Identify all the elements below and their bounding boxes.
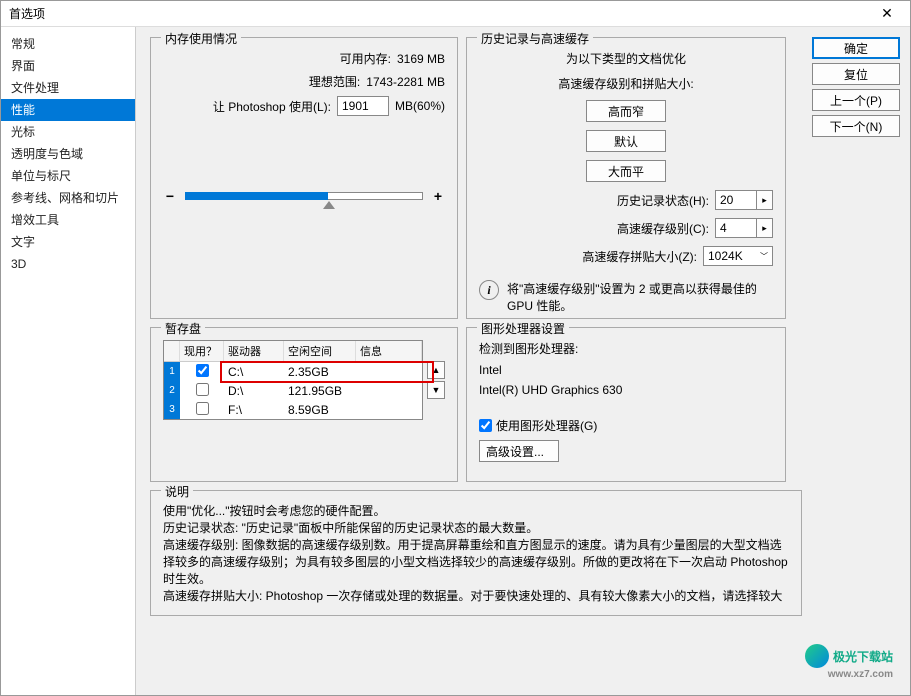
main-area: 常规 界面 文件处理 性能 光标 透明度与色域 单位与标尺 参考线、网格和切片 …: [1, 27, 910, 695]
description-group: 说明 使用"优化..."按钮时会考虑您的硬件配置。 历史记录状态: "历史记录"…: [150, 490, 802, 616]
table-row[interactable]: 1 C:\ 2.35GB: [164, 362, 422, 381]
sidebar-item-general[interactable]: 常规: [1, 33, 135, 55]
scratch-checkbox-1[interactable]: [196, 364, 209, 377]
available-mem-value: 3169 MB: [397, 52, 445, 66]
minus-icon[interactable]: −: [163, 188, 177, 204]
default-button[interactable]: 默认: [586, 130, 666, 152]
chevron-down-icon: ﹀: [760, 251, 768, 262]
history-legend: 历史记录与高速缓存: [477, 30, 593, 47]
watermark-logo-icon: [805, 644, 829, 668]
history-states-spinner[interactable]: ▸: [757, 190, 773, 210]
history-states-input[interactable]: [715, 190, 757, 210]
cache-levels-spinner[interactable]: ▸: [757, 218, 773, 238]
scratch-legend: 暂存盘: [161, 320, 205, 337]
window-title: 首选项: [9, 5, 45, 22]
ok-button[interactable]: 确定: [812, 37, 900, 59]
cache-levels-label: 高速缓存级别(C):: [617, 220, 709, 237]
scratch-table: 现用？ 驱动器 空闲空间 信息 1 C:\ 2.35GB: [163, 340, 423, 420]
ideal-range-value: 1743-2281 MB: [366, 75, 445, 89]
plus-icon[interactable]: +: [431, 188, 445, 204]
th-info: 信息: [356, 341, 422, 361]
advanced-settings-button[interactable]: 高级设置...: [479, 440, 559, 462]
ps-memory-unit: MB(60%): [395, 99, 445, 113]
content: 内存使用情况 可用内存: 3169 MB 理想范围: 1743-2281 MB …: [136, 27, 812, 695]
gpu-detected-label: 检测到图形处理器:: [479, 340, 773, 357]
sidebar-item-plugins[interactable]: 增效工具: [1, 209, 135, 231]
history-cache-group: 历史记录与高速缓存 为以下类型的文档优化 高速缓存级别和拼贴大小: 高而窄 默认…: [466, 37, 786, 319]
history-states-label: 历史记录状态(H):: [617, 192, 709, 209]
ideal-range-label: 理想范围:: [309, 73, 360, 90]
move-up-button[interactable]: ▲: [427, 361, 445, 379]
move-down-button[interactable]: ▼: [427, 381, 445, 399]
table-header: 现用？ 驱动器 空闲空间 信息: [164, 341, 422, 362]
close-icon[interactable]: ✕: [872, 5, 902, 22]
th-free: 空闲空间: [284, 341, 356, 361]
available-mem-label: 可用内存:: [340, 50, 391, 67]
memory-slider[interactable]: [185, 188, 423, 204]
sidebar-item-guides[interactable]: 参考线、网格和切片: [1, 187, 135, 209]
memory-usage-group: 内存使用情况 可用内存: 3169 MB 理想范围: 1743-2281 MB …: [150, 37, 458, 319]
sidebar-item-filehandling[interactable]: 文件处理: [1, 77, 135, 99]
sidebar-item-interface[interactable]: 界面: [1, 55, 135, 77]
preferences-window: 首选项 ✕ 常规 界面 文件处理 性能 光标 透明度与色域 单位与标尺 参考线、…: [0, 0, 911, 696]
scratch-checkbox-3[interactable]: [196, 402, 209, 415]
history-info-text: 将"高速缓存级别"设置为 2 或更高以获得最佳的 GPU 性能。: [507, 280, 773, 314]
ps-memory-input[interactable]: [337, 96, 389, 116]
reset-button[interactable]: 复位: [812, 63, 900, 85]
th-drive: 驱动器: [224, 341, 284, 361]
sidebar-item-performance[interactable]: 性能: [1, 99, 135, 121]
gpu-legend: 图形处理器设置: [477, 320, 569, 337]
sidebar-item-units[interactable]: 单位与标尺: [1, 165, 135, 187]
table-row[interactable]: 3 F:\ 8.59GB: [164, 400, 422, 419]
sidebar: 常规 界面 文件处理 性能 光标 透明度与色域 单位与标尺 参考线、网格和切片 …: [1, 27, 136, 695]
sidebar-item-type[interactable]: 文字: [1, 231, 135, 253]
history-title: 为以下类型的文档优化: [479, 50, 773, 67]
use-gpu-label: 使用图形处理器(G): [496, 417, 597, 434]
th-active: 现用？: [180, 341, 224, 361]
sidebar-item-cursors[interactable]: 光标: [1, 121, 135, 143]
info-icon: i: [479, 280, 499, 300]
scratch-checkbox-2[interactable]: [196, 383, 209, 396]
right-buttons: 确定 复位 上一个(P) 下一个(N): [812, 27, 910, 695]
description-legend: 说明: [161, 483, 193, 500]
watermark: 极光下载站 www.xz7.com: [805, 644, 893, 668]
tall-narrow-button[interactable]: 高而窄: [586, 100, 666, 122]
cache-tile-dropdown[interactable]: 1024K ﹀: [703, 246, 773, 266]
description-text: 使用"优化..."按钮时会考虑您的硬件配置。 历史记录状态: "历史记录"面板中…: [163, 503, 789, 605]
prev-button[interactable]: 上一个(P): [812, 89, 900, 111]
cache-tile-label: 高速缓存拼贴大小(Z):: [582, 248, 697, 265]
gpu-model: Intel(R) UHD Graphics 630: [479, 383, 773, 397]
table-row[interactable]: 2 D:\ 121.95GB: [164, 381, 422, 400]
next-button[interactable]: 下一个(N): [812, 115, 900, 137]
use-gpu-checkbox[interactable]: [479, 419, 492, 432]
history-sub: 高速缓存级别和拼贴大小:: [479, 75, 773, 92]
memory-legend: 内存使用情况: [161, 30, 241, 47]
sidebar-item-transparency[interactable]: 透明度与色域: [1, 143, 135, 165]
ps-use-label: 让 Photoshop 使用(L):: [213, 98, 331, 115]
gpu-vendor: Intel: [479, 363, 773, 377]
titlebar: 首选项 ✕: [1, 1, 910, 27]
sidebar-item-3d[interactable]: 3D: [1, 253, 135, 275]
gpu-settings-group: 图形处理器设置 检测到图形处理器: Intel Intel(R) UHD Gra…: [466, 327, 786, 482]
scratch-disks-group: 暂存盘 现用？ 驱动器 空闲空间 信息: [150, 327, 458, 482]
big-flat-button[interactable]: 大而平: [586, 160, 666, 182]
cache-levels-input[interactable]: [715, 218, 757, 238]
